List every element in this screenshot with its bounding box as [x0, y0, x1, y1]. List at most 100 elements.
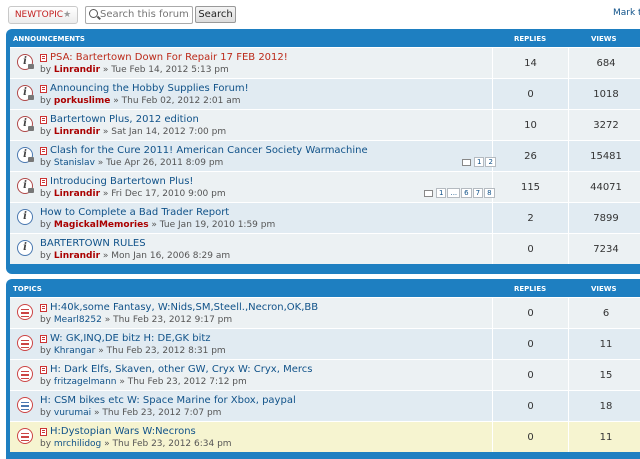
- topic-title-link[interactable]: W: GK,INQ,DE bitz H: DE,GK bitz: [50, 333, 211, 344]
- search-box[interactable]: [85, 6, 193, 24]
- topic-title-link[interactable]: H:40k,some Fantasy, W:Nids,SM,Steell.,Ne…: [50, 302, 318, 313]
- post-date: » Thu Feb 23, 2012 7:07 pm: [94, 408, 222, 418]
- post-date: » Mon Jan 16, 2006 8:29 am: [102, 251, 231, 261]
- topic-title-link[interactable]: H: Dark Elfs, Skaven, other GW, Cryx W: …: [50, 364, 312, 375]
- topic-byline: by Linrandir » Fri Dec 17, 2010 9:00 pm: [40, 189, 226, 199]
- post-date: » Tue Feb 14, 2012 5:13 pm: [102, 65, 229, 75]
- search-input[interactable]: [100, 7, 190, 21]
- author-link[interactable]: Linrandir: [54, 65, 100, 75]
- author-link[interactable]: porkuslime: [54, 96, 110, 106]
- topic-title-link[interactable]: How to Complete a Bad Trader Report: [40, 207, 229, 218]
- replies-count: 0: [527, 401, 534, 412]
- new-post-icon: [40, 304, 47, 312]
- header-title: TOPICS: [13, 285, 42, 293]
- topic-byline: by porkuslime » Thu Feb 02, 2012 2:01 am: [40, 96, 240, 106]
- author-link[interactable]: Stanislav: [54, 158, 95, 168]
- multipage-icon: [462, 158, 471, 166]
- new-topic-button[interactable]: NEWTOPIC★: [8, 6, 78, 24]
- replies-count: 0: [527, 244, 534, 255]
- topic-byline: by Khrangar » Thu Feb 23, 2012 8:31 pm: [40, 346, 226, 356]
- header-views: VIEWS: [591, 35, 617, 43]
- replies-count: 26: [524, 151, 537, 162]
- lock-icon: [28, 64, 34, 69]
- author-link[interactable]: Linrandir: [54, 189, 100, 199]
- mark-topics-read-link[interactable]: Mark t: [613, 8, 640, 18]
- topic-title-link[interactable]: Introducing Bartertown Plus!: [50, 176, 193, 187]
- views-count: 7234: [593, 244, 619, 255]
- author-link[interactable]: mrchilidog: [54, 439, 101, 449]
- topic-title-link[interactable]: H:Dystopian Wars W:Necrons: [50, 426, 196, 437]
- topic-icon: [17, 428, 33, 444]
- page-link[interactable]: ...: [447, 188, 461, 198]
- topic-byline: by Linrandir » Mon Jan 16, 2006 8:29 am: [40, 251, 230, 261]
- by-label: by: [40, 158, 54, 168]
- new-post-icon: [40, 147, 47, 155]
- replies-count: 0: [527, 89, 534, 100]
- author-link[interactable]: Linrandir: [54, 251, 100, 261]
- new-post-icon: [40, 54, 47, 62]
- topic-title-link[interactable]: BARTERTOWN RULES: [40, 238, 146, 249]
- by-label: by: [40, 96, 54, 106]
- post-date: » Thu Feb 23, 2012 6:34 pm: [104, 439, 232, 449]
- by-label: by: [40, 189, 54, 199]
- new-topic-label: NEWTOPIC: [14, 10, 64, 20]
- replies-count: 0: [527, 432, 534, 443]
- author-link[interactable]: MagickalMemories: [54, 220, 149, 230]
- views-count: 18: [599, 401, 613, 412]
- views-count: 11: [599, 339, 613, 350]
- replies-count: 14: [524, 58, 537, 69]
- page-link[interactable]: 6: [461, 188, 472, 198]
- views-count: 6: [602, 308, 610, 319]
- page-link[interactable]: 1: [474, 157, 485, 167]
- search-icon: [89, 9, 98, 18]
- page-link[interactable]: 7: [472, 188, 484, 198]
- header-replies: REPLIES: [514, 35, 547, 43]
- topic-icon: [17, 397, 33, 413]
- author-link[interactable]: Linrandir: [54, 127, 100, 137]
- topic-title-link[interactable]: Bartertown Plus, 2012 edition: [50, 114, 199, 125]
- topic-byline: by fritzagelmann » Thu Feb 23, 2012 7:12…: [40, 377, 247, 387]
- views-count: 1018: [593, 89, 619, 100]
- star-icon: ★: [63, 10, 72, 20]
- topic-row: H: Dark Elfs, Skaven, other GW, Cryx W: …: [10, 359, 640, 390]
- header-replies: REPLIES: [514, 285, 547, 293]
- pagination: 1... 6 7 8: [424, 188, 495, 198]
- author-link[interactable]: fritzagelmann: [54, 377, 117, 387]
- views-count: 3272: [593, 120, 619, 131]
- replies-count: 0: [527, 339, 534, 350]
- replies-count: 115: [520, 182, 541, 193]
- replies-count: 0: [527, 308, 534, 319]
- announcement-icon: i: [17, 209, 33, 225]
- search-button[interactable]: Search: [195, 6, 236, 23]
- lock-icon: [28, 95, 34, 100]
- topic-row: H: CSM bikes etc W: Space Marine for Xbo…: [10, 390, 640, 421]
- replies-count: 2: [527, 213, 534, 224]
- topic-title-link[interactable]: Clash for the Cure 2011! American Cancer…: [50, 145, 368, 156]
- by-label: by: [40, 65, 54, 75]
- page-link[interactable]: 1: [436, 188, 447, 198]
- views-count: 15: [599, 370, 613, 381]
- topic-row: W: GK,INQ,DE bitz H: DE,GK bitz by Khrang…: [10, 328, 640, 359]
- topic-icon: [17, 366, 33, 382]
- topic-title-link[interactable]: PSA: Bartertown Down For Repair 17 FEB 2…: [50, 52, 288, 63]
- by-label: by: [40, 251, 54, 261]
- post-date: » Tue Jan 19, 2010 1:59 pm: [151, 220, 276, 230]
- by-label: by: [40, 127, 54, 137]
- topic-byline: by Linrandir » Tue Feb 14, 2012 5:13 pm: [40, 65, 229, 75]
- author-link[interactable]: vurumai: [54, 408, 91, 418]
- topic-byline: by MagickalMemories » Tue Jan 19, 2010 1…: [40, 220, 275, 230]
- topics-block: TOPICS REPLIES VIEWS H:40k,some Fantasy,…: [6, 279, 640, 459]
- topic-title-link[interactable]: Announcing the Hobby Supplies Forum!: [50, 83, 249, 94]
- new-post-icon: [40, 335, 47, 343]
- views-count: 11: [599, 432, 613, 443]
- topic-byline: by Mearl8252 » Thu Feb 23, 2012 9:17 pm: [40, 315, 232, 325]
- announcement-row: i How to Complete a Bad Trader Report by M…: [10, 202, 640, 233]
- announcement-row: i Bartertown Plus, 2012 edition by Linrand…: [10, 109, 640, 140]
- author-link[interactable]: Khrangar: [54, 346, 95, 356]
- topic-title-link[interactable]: H: CSM bikes etc W: Space Marine for Xbo…: [40, 395, 296, 406]
- author-link[interactable]: Mearl8252: [54, 315, 102, 325]
- new-post-icon: [40, 178, 47, 186]
- topic-row: H:Dystopian Wars W:Necrons by mrchilidog …: [10, 421, 640, 452]
- pagination: 12: [462, 157, 496, 167]
- by-label: by: [40, 408, 54, 418]
